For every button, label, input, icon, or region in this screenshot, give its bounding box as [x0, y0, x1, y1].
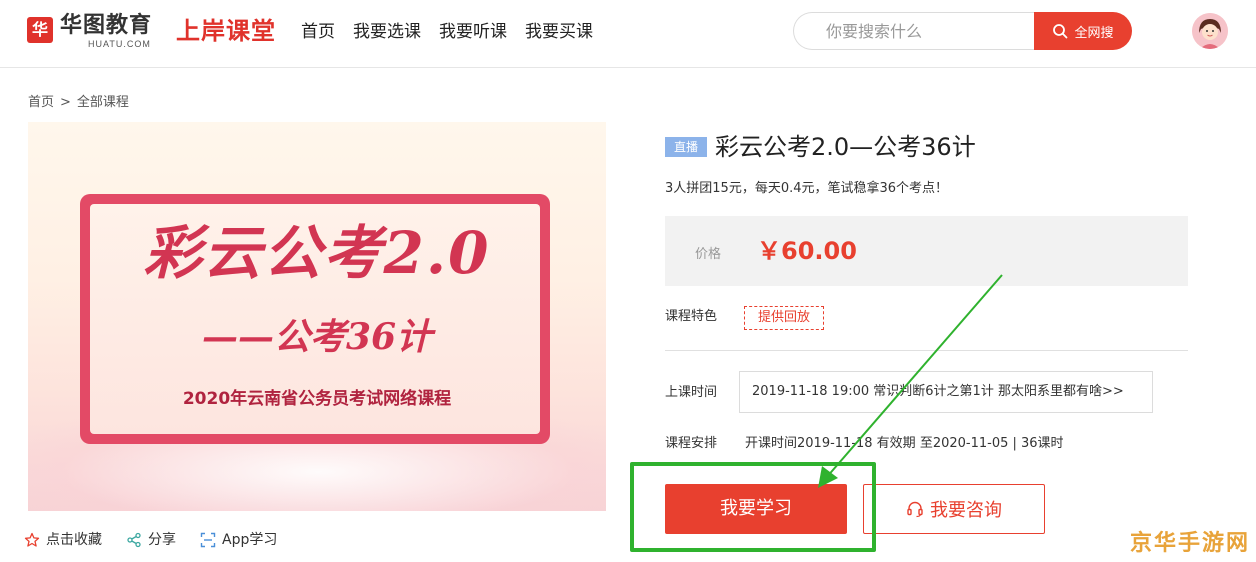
main-nav: 首页 我要选课 我要听课 我要买课	[301, 20, 593, 44]
search-input[interactable]	[793, 12, 1043, 50]
price-label: 价格	[695, 247, 722, 262]
share-label: 分享	[148, 532, 176, 548]
schedule-label: 课程安排	[665, 436, 718, 451]
favorite-label: 点击收藏	[46, 532, 102, 548]
search-button-label: 全网搜	[1074, 25, 1114, 41]
scan-icon	[200, 532, 216, 548]
divider	[665, 350, 1188, 351]
headset-icon	[907, 501, 923, 518]
nav-home[interactable]: 首页	[301, 20, 335, 44]
page: 华 华图教育 HUATU.COM 上岸课堂 首页 我要选课 我要听课 我要买课 …	[0, 0, 1256, 562]
huatu-logo-icon[interactable]: 华	[27, 17, 53, 43]
breadcrumb: 首页 > 全部课程	[28, 94, 129, 112]
annotation-highlight-box	[630, 462, 876, 552]
course-title: 彩云公考2.0—公考36计	[715, 133, 976, 161]
banner-caption: 2020年云南省公务员考试网络课程	[182, 389, 452, 409]
app-study-label: App学习	[222, 532, 278, 548]
schedule-value: 开课时间2019-11-18 有效期 至2020-11-05 | 36课时	[745, 436, 1064, 451]
favorite-button[interactable]: 点击收藏	[24, 530, 102, 550]
user-avatar-icon	[1192, 13, 1228, 49]
consult-label: 我要咨询	[930, 500, 1002, 521]
price-value: ￥60.00	[757, 237, 857, 265]
search-button[interactable]: 全网搜	[1034, 12, 1132, 50]
nav-buy-course[interactable]: 我要买课	[525, 20, 593, 44]
brand-title[interactable]: 上岸课堂	[176, 16, 276, 46]
course-description: 3人拼团15元，每天0.4元，笔试稳拿36个考点！	[665, 181, 949, 196]
share-icon	[127, 532, 141, 548]
course-banner: 彩云公考2.0 ——公考36计 2020年云南省公务员考试网络课程	[28, 122, 606, 511]
banner-title: 彩云公考2.0	[143, 219, 491, 287]
consult-button[interactable]: 我要咨询	[863, 484, 1045, 534]
banner-subtitle: ——公考36计	[201, 316, 433, 358]
search-bar: 全网搜	[793, 12, 1133, 50]
breadcrumb-home[interactable]: 首页	[28, 94, 54, 112]
star-icon	[24, 532, 40, 547]
logo-text[interactable]: 华图教育	[60, 14, 152, 38]
replay-tag: 提供回放	[744, 306, 824, 330]
logo-domain: HUATU.COM	[88, 39, 151, 49]
watermark: 京华手游网	[1130, 531, 1251, 556]
nav-listen-course[interactable]: 我要听课	[439, 20, 507, 44]
banner-actions: 点击收藏 分享 App学习	[24, 530, 277, 550]
top-header: 华 华图教育 HUATU.COM 上岸课堂 首页 我要选课 我要听课 我要买课 …	[0, 0, 1256, 68]
share-button[interactable]: 分享	[126, 530, 176, 550]
price-box: 价格 ￥60.00	[665, 216, 1188, 286]
app-study-button[interactable]: App学习	[200, 530, 277, 550]
avatar[interactable]	[1192, 13, 1228, 49]
class-time-select[interactable]: 2019-11-18 19:00 常识判断6计之第1计 那太阳系里都有啥>>	[739, 371, 1153, 413]
feature-label: 课程特色	[665, 309, 718, 324]
breadcrumb-separator: >	[60, 95, 71, 110]
live-badge: 直播	[665, 137, 707, 157]
class-time-label: 上课时间	[665, 385, 718, 400]
search-icon	[1053, 24, 1068, 39]
breadcrumb-current[interactable]: 全部课程	[77, 94, 129, 112]
nav-select-course[interactable]: 我要选课	[353, 20, 421, 44]
